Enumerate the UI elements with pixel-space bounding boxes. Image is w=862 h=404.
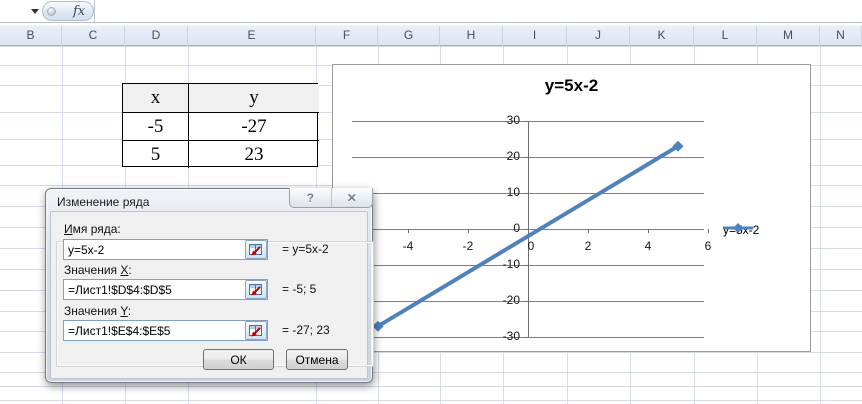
dialog-caption-buttons: ? ✕ xyxy=(289,188,373,208)
collapse-dialog-icon xyxy=(248,283,264,297)
x-axis-label: 0 xyxy=(516,239,546,253)
table-cell[interactable]: 5 xyxy=(123,141,189,168)
help-button[interactable]: ? xyxy=(290,188,332,207)
x-axis-label: 4 xyxy=(633,239,663,253)
excel-window: fx BCDEFGHIJKLMN x y -5 -27 5 23 y=5x-2 … xyxy=(0,0,862,404)
x-values-label: Значения X: xyxy=(64,263,132,277)
edit-series-dialog: Изменение ряда ? ✕ Имя ряда: = xyxy=(45,188,373,383)
x-values-input[interactable] xyxy=(63,279,268,300)
cancel-button[interactable]: Отмена xyxy=(286,349,348,370)
y-values-range-picker-button[interactable] xyxy=(245,321,267,340)
chart[interactable]: y=5x-2 3020100-10-20-30-4-20246 y=5x-2 xyxy=(332,64,811,352)
y-axis-label: 10 xyxy=(480,185,520,199)
table-cell[interactable]: -5 xyxy=(123,113,189,141)
table-cell[interactable]: 23 xyxy=(189,141,319,168)
series-name-range-picker-button[interactable] xyxy=(245,240,267,259)
legend-marker-icon xyxy=(722,222,754,234)
table-header-cell[interactable]: y xyxy=(189,84,319,113)
table-header-cell[interactable]: x xyxy=(123,84,189,113)
chart-plot xyxy=(333,65,810,351)
help-icon: ? xyxy=(307,191,314,205)
data-table: x y -5 -27 5 23 xyxy=(122,83,318,167)
x-axis-label: 2 xyxy=(573,239,603,253)
close-button[interactable]: ✕ xyxy=(332,188,373,207)
collapse-dialog-icon xyxy=(248,243,264,257)
x-values-result: = -5; 5 xyxy=(282,282,316,296)
series-name-input[interactable] xyxy=(63,239,268,260)
x-axis-label: 6 xyxy=(693,239,723,253)
x-values-range-picker-button[interactable] xyxy=(245,280,267,299)
y-values-result: = -27; 23 xyxy=(282,323,330,337)
collapse-dialog-icon xyxy=(248,324,264,338)
chart-legend[interactable]: y=5x-2 xyxy=(722,222,759,237)
y-axis-label: -20 xyxy=(480,293,520,307)
x-axis-label: -4 xyxy=(393,239,423,253)
y-axis-label: 30 xyxy=(480,113,520,127)
ok-button[interactable]: ОК xyxy=(203,349,274,370)
dialog-content: Имя ряда: = y=5x-2 Значения X: xyxy=(50,211,368,379)
y-axis-label: -10 xyxy=(480,257,520,271)
close-icon: ✕ xyxy=(347,191,357,205)
dialog-title[interactable]: Изменение ряда xyxy=(57,195,149,209)
y-values-input[interactable] xyxy=(63,320,268,341)
y-axis-label: 0 xyxy=(480,221,520,235)
y-values-label: Значения Y: xyxy=(64,304,131,318)
y-axis-label: 20 xyxy=(480,149,520,163)
series-name-result: = y=5x-2 xyxy=(282,242,329,256)
x-axis-label: -2 xyxy=(453,239,483,253)
series-name-label: Имя ряда: xyxy=(64,222,121,236)
y-axis-label: -30 xyxy=(480,329,520,343)
table-cell[interactable]: -27 xyxy=(189,113,319,141)
